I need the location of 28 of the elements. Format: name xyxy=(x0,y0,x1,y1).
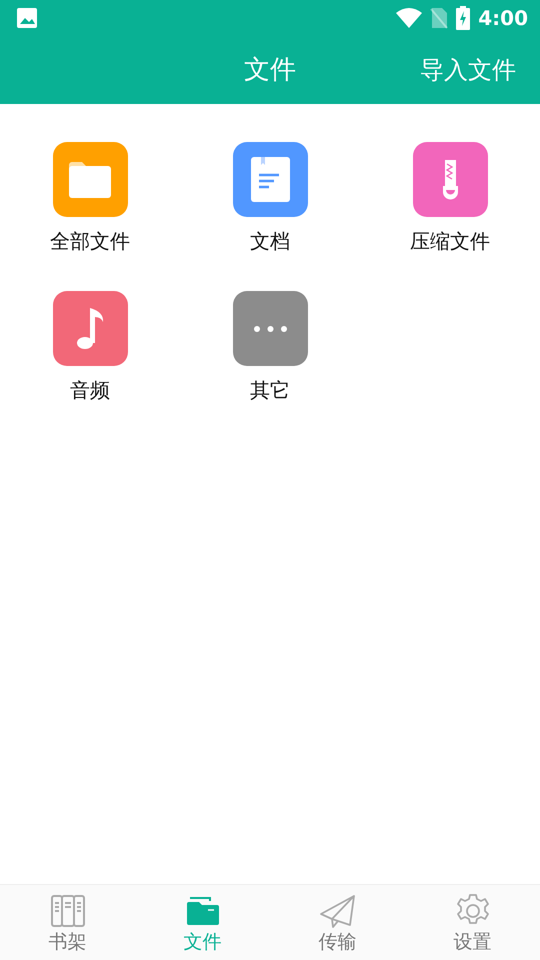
category-label: 压缩文件 xyxy=(410,229,490,253)
document-icon xyxy=(250,157,290,202)
zipper-icon xyxy=(442,160,458,200)
nav-tab[interactable]: 书架 xyxy=(0,885,135,960)
category-label: 文档 xyxy=(250,229,290,253)
music-note-icon xyxy=(76,308,104,349)
category-tile[interactable] xyxy=(232,142,308,217)
image-icon xyxy=(16,7,38,29)
bookshelf-icon xyxy=(50,893,86,929)
nav-tab[interactable]: 文件 xyxy=(135,885,270,960)
page-title: 文件 xyxy=(244,54,296,86)
battery-icon xyxy=(456,6,470,30)
nav-tab[interactable]: 设置 xyxy=(405,885,540,960)
clock: 4:00 xyxy=(478,5,528,32)
category-label: 音频 xyxy=(70,378,110,402)
no-sim-icon xyxy=(430,7,448,29)
category-tile[interactable] xyxy=(52,142,128,217)
category-label: 其它 xyxy=(250,378,290,402)
category-tile[interactable] xyxy=(232,291,308,366)
paper-plane-icon xyxy=(320,893,356,929)
wifi-icon xyxy=(396,8,422,28)
folder-icon xyxy=(69,162,111,198)
category-label: 全部文件 xyxy=(50,229,130,253)
category-tile[interactable] xyxy=(52,291,128,366)
category-tile[interactable] xyxy=(412,142,488,217)
import-files-button[interactable]: 导入文件 xyxy=(420,52,516,88)
nav-tab[interactable]: 传输 xyxy=(270,885,405,960)
more-icon xyxy=(254,326,286,332)
